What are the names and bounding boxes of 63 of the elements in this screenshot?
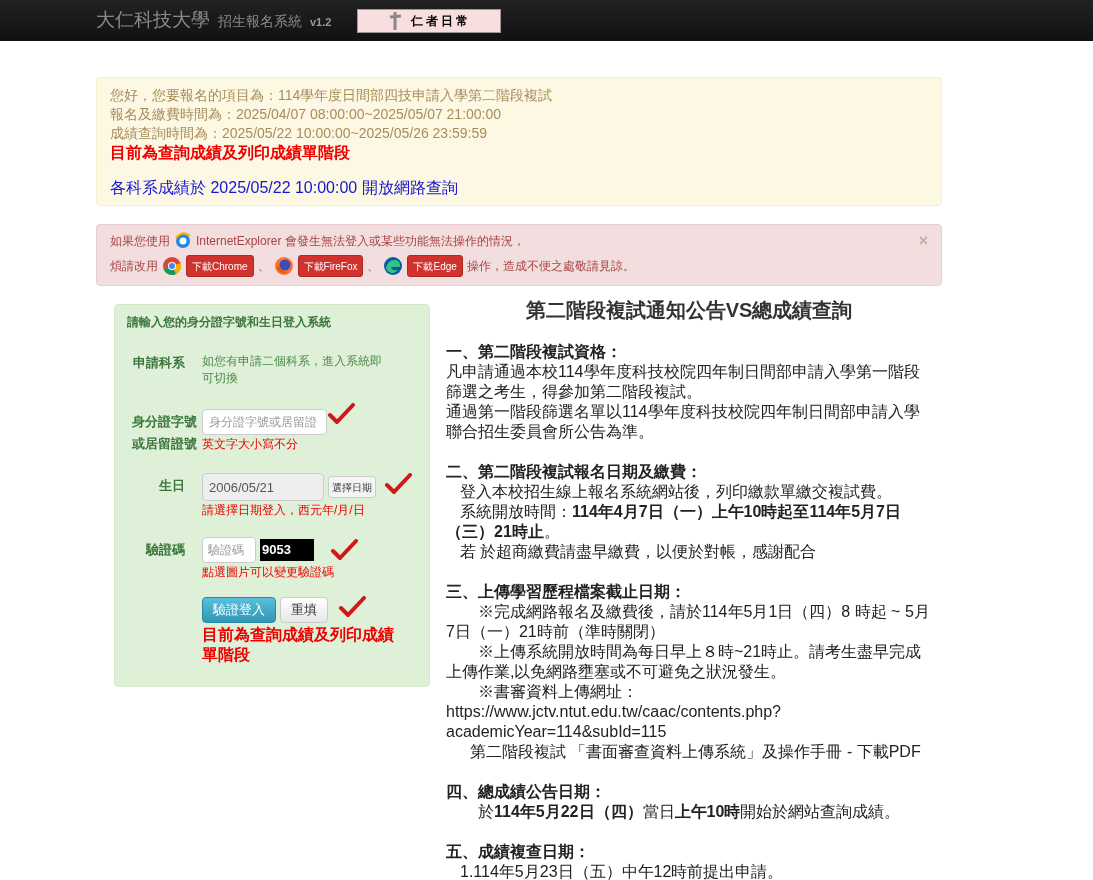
checkmark-icon [330, 539, 358, 561]
browser-ring-icon [162, 256, 182, 276]
field-label: 生日 [158, 477, 185, 495]
field-label: 驗證碼 [144, 541, 185, 559]
notice-paragraph: https://www.jctv.ntut.edu.tw/caac/contents.php?academicYear=114&subId=115 [446, 702, 782, 742]
captcha-image[interactable]: 9053 [260, 539, 314, 561]
browser-fox-icon [273, 256, 294, 276]
checkmark-icon [327, 403, 355, 425]
alert-text: InternetExplorer [196, 233, 282, 250]
notice-paragraph: ※完成網路報名及繳費後，請於114年5月1日（四）8 時起 ~ 5月7日（一）21時前（準時關閉） [446, 602, 931, 642]
alert-line: 成績查詢時間為：2025/05/22 10:00:00~2025/05/26 23:59:59 [110, 124, 489, 143]
notice-paragraph: 凡申請通過本校114學年度科技校院四年制日間部申請入學第一階段篩選之考生，得參加第二階段複試。 [446, 362, 921, 402]
id-input[interactable]: 身分證字號或居留證 [202, 409, 327, 435]
notice-paragraph: 通過第一階段篩選名單以114學年度科技校院四年制日間部申請入學聯合招生委員會所公告為準。 [446, 402, 921, 442]
alert-line: 目前為查詢成績及列印成績單階段 [110, 143, 351, 162]
checkmark-icon [384, 473, 412, 495]
notice-paragraph: 1.114年5月23日（五）中午12時前提出申請。 [459, 862, 785, 880]
notice-title: 第二階段複試通知公告VS總成績查詢 [524, 300, 854, 320]
reset-button[interactable]: 重填 [280, 597, 328, 623]
notice-paragraph: ※書審資料上傳網址： [477, 682, 639, 702]
section-heading: 四、總成績公告日期： [446, 782, 607, 802]
section-heading: 二、第二階段複試報名日期及繳費： [446, 462, 703, 482]
browser-wave-icon [383, 256, 404, 276]
school-name[interactable]: 大仁科技大學 [96, 6, 210, 35]
hint-text: 請選擇日期登入，西元年/月/日 [202, 502, 366, 519]
dept-hint: 如您有申請二個科系，進入系統即可切換 [202, 353, 382, 387]
alert-text: 操作，造成不便之處敬請見諒。 [466, 258, 635, 275]
field-label: 身分證字號或居留證號 [131, 413, 197, 453]
alert-line: 您好，您要報名的項目為：114學年度日間部四技申請入學第二階段複試 [110, 86, 554, 105]
browser-e-icon [174, 232, 192, 250]
notice-paragraph: 第二階段複試 「書面審查資料上傳系統」及操作手冊 - 下載PDF [469, 742, 922, 762]
login-button[interactable]: 驗證登入 [202, 597, 276, 623]
notice-paragraph: 登入本校招生線上報名系統網站後，列印繳款單繳交複試費。 [459, 482, 893, 502]
download-button[interactable]: 下載Edge [407, 255, 463, 277]
checkmark-icon [338, 596, 366, 618]
system-name: 招生報名系統 [218, 12, 302, 32]
notice-paragraph: 系統開放時間：114年4月7日（一）上午10時起至114年5月7日（三）21時止。 [446, 502, 902, 542]
version-label: v1.2 [310, 15, 332, 31]
download-button[interactable]: 下載Chrome [186, 255, 254, 277]
login-title: 請輸入您的身分證字號和生日登入系統 [127, 314, 332, 331]
birthday-input[interactable]: 2006/05/21 [202, 473, 324, 501]
section-heading: 三、上傳學習歷程檔案截止日期： [446, 582, 687, 602]
cross-icon [387, 10, 404, 31]
alert-line: 各科系成績於 2025/05/22 10:00:00 開放網路查詢 [110, 178, 459, 197]
hint-text: 點選圖片可以變更驗證碼 [202, 564, 335, 581]
captcha-input[interactable]: 驗證碼 [202, 537, 256, 563]
alert-text: 會發生無法登入或某些功能無法操作的情況， [285, 233, 526, 250]
alert-text: 煩請改用 [110, 258, 158, 275]
hint-text: 英文字大小寫不分 [202, 436, 299, 453]
section-heading: 五、成績複查日期： [446, 842, 591, 862]
section-heading: 一、第二階段複試資格： [446, 342, 623, 362]
notice-paragraph: 於114年5月22日（四）當日上午10時開始於網站查詢成績。 [477, 802, 902, 822]
field-label: 申請科系 [132, 354, 185, 372]
pick-date-button[interactable]: 選擇日期 [328, 476, 376, 498]
download-button[interactable]: 下載FireFox [297, 255, 364, 277]
separator-text: 、 [257, 258, 270, 275]
banner-text: 仁者日常 [411, 12, 472, 30]
alert-text: 如果您使用 [110, 233, 170, 250]
notice-paragraph: 若 於超商繳費請盡早繳費，以便於對帳，感謝配合 [459, 542, 818, 562]
separator-text: 、 [367, 258, 380, 275]
alert-line: 報名及繳費時間為：2025/04/07 08:00:00~2025/05/07 21:00:00 [110, 105, 503, 124]
notice-paragraph: ※上傳系統開放時間為每日早上８時~21時止。請考生盡早完成上傳作業,以免網路壅塞或不可避免之狀況發生。 [446, 642, 923, 682]
status-text: 目前為查詢成績及列印成績單階段 [202, 625, 395, 665]
